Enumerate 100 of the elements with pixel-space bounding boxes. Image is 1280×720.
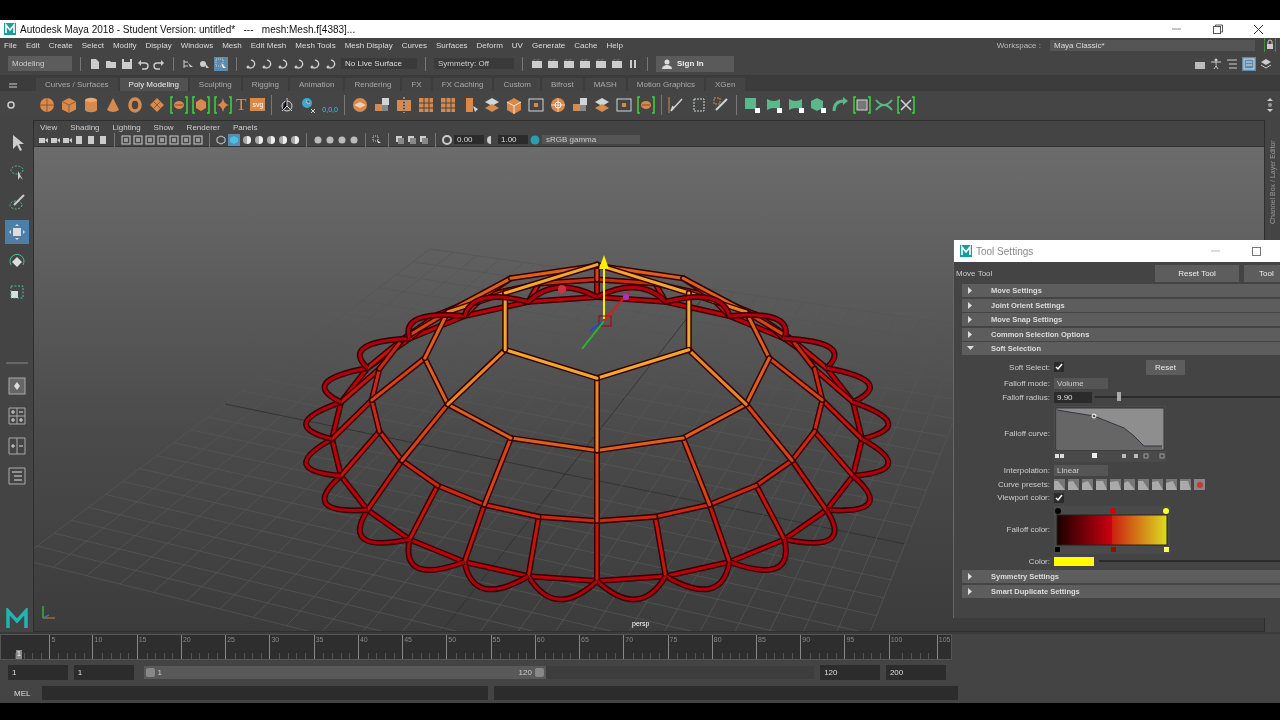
square-icon[interactable] [742,95,761,114]
end-frame-field[interactable]: 200 [885,664,946,680]
new-file-icon[interactable] [89,57,101,70]
layered-disc-icon[interactable] [350,95,369,114]
script-language-button[interactable]: MEL [8,686,37,700]
maximize-icon[interactable] [1251,245,1262,257]
menu-item[interactable]: Mesh Tools [295,40,336,50]
block-grid-icon[interactable] [416,95,435,114]
curve-preset-icon[interactable] [1068,478,1079,490]
panel-menu[interactable]: Show [153,122,174,132]
menu-item[interactable]: Modify [112,40,137,50]
color-space-dropdown[interactable]: sRGB gamma [542,135,640,144]
shelf-tab[interactable]: Animation [289,78,344,91]
render-frame-icon[interactable] [531,57,543,70]
menu-item[interactable]: Create [48,40,73,50]
close-icon[interactable] [1253,23,1264,35]
plane-icon[interactable] [148,95,166,114]
menu-item[interactable]: Curves [401,40,427,50]
bracketed-polygon-icon[interactable] [192,95,210,114]
paint-brush-icon[interactable] [7,193,26,211]
falloff-curve-graph[interactable] [1054,405,1166,462]
falloff-color-ramp[interactable] [1054,505,1170,554]
curve-preset-icon[interactable] [1054,478,1065,490]
shelf-tab[interactable]: XGen [706,78,745,91]
maximize-icon[interactable] [1212,23,1223,35]
torus-icon[interactable] [126,95,144,114]
curve-preset-icon[interactable] [1166,478,1177,490]
panel-menu[interactable]: Lighting [112,122,141,132]
color-swatch[interactable] [1054,556,1094,566]
tool-button[interactable]: Tool [1244,264,1280,282]
shelf-tab[interactable]: Poly Modeling [119,78,188,91]
menu-item[interactable]: File [4,40,17,50]
number-field[interactable]: 9.90 [1054,391,1092,403]
menu-item[interactable]: Help [606,40,623,50]
playback-end-field[interactable]: 120 [820,664,880,680]
shelf-tab[interactable]: FX [402,78,431,91]
single-pane-icon[interactable] [7,377,26,395]
gamma-field[interactable]: 1.00 [498,135,528,144]
lasso-icon[interactable] [7,163,26,181]
menu-item[interactable]: Surfaces [436,40,468,50]
two-pane-icon[interactable] [7,437,26,455]
lock-icon[interactable] [1264,38,1276,52]
bracketed-disc-icon[interactable] [170,95,188,114]
save-icon[interactable] [121,57,133,70]
checkbox[interactable] [1054,362,1064,372]
menu-item[interactable]: Windows [180,40,214,50]
panel-menu[interactable]: Renderer [186,122,220,132]
curve-preset-icon[interactable] [1110,478,1121,490]
block-grid-icon[interactable] [438,95,457,114]
shelf-tab[interactable]: Rendering [345,78,401,91]
curve-preset-icon[interactable] [1180,478,1191,490]
curve-preset-icon[interactable] [1194,478,1205,490]
shelf-tab[interactable]: Custom [494,78,540,91]
layers-icon[interactable] [1260,57,1272,70]
symmetry-dropdown[interactable]: Symmetry: Off [434,58,514,69]
move-manipulator-drawing[interactable] [558,255,631,350]
character-icon[interactable] [1210,57,1222,70]
playback-start-field[interactable]: 1 [73,664,134,680]
xray-components-icon[interactable] [419,134,429,145]
curved-arrow-icon[interactable] [830,95,849,114]
wireframe-icon[interactable] [216,134,226,145]
shelf-tab[interactable]: Rigging [242,78,288,91]
curve-preset-icon[interactable] [1096,478,1107,490]
text-tool-button[interactable]: T [236,95,247,114]
range-handle[interactable] [145,667,155,677]
bracketed-tool-icon[interactable] [896,95,915,114]
open-box-icon[interactable] [504,95,523,114]
shelf-tab[interactable]: Curves / Surfaces [36,78,118,91]
shelf-menu-icon[interactable] [8,81,18,91]
panel-menu[interactable]: View [40,122,58,132]
command-field[interactable] [42,686,489,700]
start-frame-field[interactable]: 1 [8,664,68,680]
reset-button[interactable]: Reset [1146,359,1185,375]
curve-preset-icon[interactable] [1124,478,1135,490]
shelf-tab[interactable]: Bifrost [542,78,583,91]
exposure-icon[interactable] [442,134,452,145]
color-management-icon[interactable] [530,134,540,145]
framed-square-icon[interactable] [614,95,633,114]
outliner-icon[interactable] [1226,57,1238,70]
target-icon[interactable] [548,95,567,114]
menu-set-dropdown[interactable]: Modeling [8,56,72,71]
pause-icon[interactable] [627,57,639,70]
tool-button[interactable]: Reset Tool [1155,264,1239,282]
scale-tool-icon[interactable] [7,283,26,301]
isolate-select-icon[interactable] [372,134,382,145]
cylinder-icon[interactable] [82,95,100,114]
four-pane-icon[interactable] [7,407,26,425]
curve-preset-icon[interactable] [1138,478,1149,490]
checkbox[interactable] [1054,492,1064,503]
mesh-drawing[interactable] [303,261,892,603]
move-tool-icon[interactable] [7,223,26,241]
sphere-icon[interactable] [38,95,56,114]
sign-in-button[interactable]: Sign In [656,55,734,72]
menu-item[interactable]: Deform [476,40,503,50]
knife-icon[interactable] [667,95,686,114]
framed-square-icon[interactable] [526,95,545,114]
range-bar[interactable] [143,665,546,679]
curve-preset-icon[interactable] [1152,478,1163,490]
live-surface-field[interactable]: No Live Surface [341,58,417,69]
outliner-layout-icon[interactable] [7,467,26,485]
